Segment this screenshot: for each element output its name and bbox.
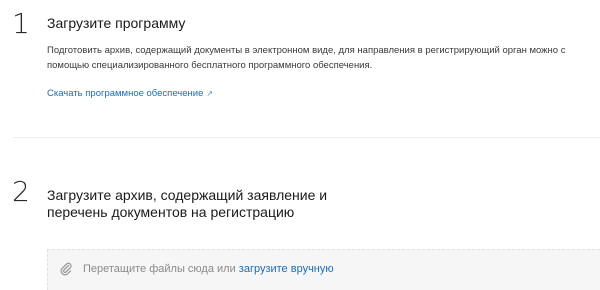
registration-steps-page: 1 Загрузите программу Подготовить архив,… — [0, 0, 600, 290]
step-1-title: Загрузите программу — [47, 15, 186, 31]
dropzone-hint-text: Перетащите файлы сюда или — [83, 263, 236, 275]
upload-manually-link[interactable]: загрузите вручную — [239, 263, 334, 275]
step-divider — [13, 137, 600, 138]
step-2-number: 2 — [12, 175, 30, 208]
dropzone-hint: Перетащите файлы сюда или загрузите вруч… — [83, 262, 334, 276]
download-software-label: Скачать программное обеспечение — [47, 88, 204, 99]
external-link-icon: ↗ — [206, 89, 214, 98]
step-1-number: 1 — [12, 7, 30, 40]
step-2-title: Загрузите архив, содержащий заявление и … — [47, 187, 328, 220]
paperclip-icon — [60, 262, 72, 276]
file-dropzone[interactable]: Перетащите файлы сюда или загрузите вруч… — [47, 249, 600, 290]
download-software-link[interactable]: Скачать программное обеспечение ↗ — [47, 87, 213, 100]
step-1-description: Подготовить архив, содержащий документы … — [47, 45, 566, 71]
